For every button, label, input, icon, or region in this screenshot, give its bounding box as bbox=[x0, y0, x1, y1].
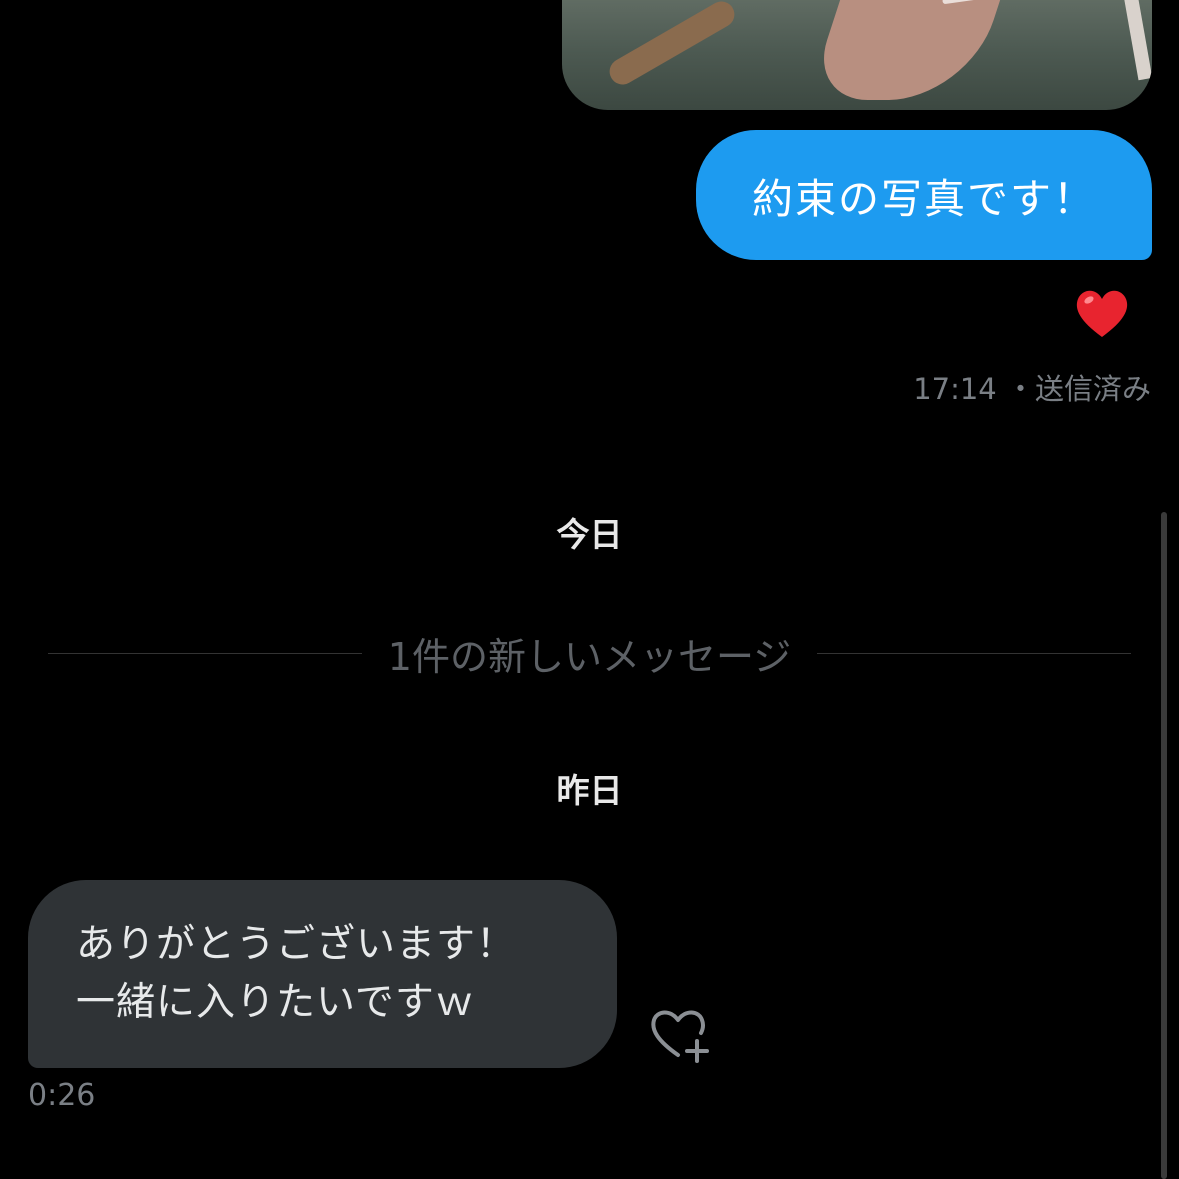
outgoing-meta: 17:14 ・送信済み bbox=[913, 366, 1151, 408]
incoming-message-line: ありがとうございます！ bbox=[76, 922, 517, 967]
outgoing-message-text: 約束の写真です！ bbox=[752, 175, 1096, 223]
incoming-message-bubble[interactable]: ありがとうございます！ 一緒に入りたいですｗ bbox=[28, 880, 617, 1068]
outgoing-status: ・送信済み bbox=[1005, 372, 1151, 406]
incoming-message-line: 一緒に入りたいですｗ bbox=[76, 980, 475, 1025]
add-reaction-heart-icon[interactable] bbox=[648, 1003, 712, 1063]
date-separator-yesterday: 昨日 bbox=[556, 771, 623, 810]
new-messages-label: 1件の新しいメッセージ bbox=[387, 634, 792, 679]
divider-line bbox=[48, 652, 362, 654]
new-messages-divider: 1件の新しいメッセージ bbox=[48, 628, 1132, 679]
outgoing-time: 17:14 bbox=[913, 372, 997, 406]
sent-photo[interactable] bbox=[562, 0, 1152, 110]
photo-detail bbox=[807, 0, 1017, 100]
date-separator-today: 今日 bbox=[556, 515, 623, 554]
incoming-time: 0:26 bbox=[28, 1078, 96, 1113]
photo-detail bbox=[1117, 0, 1152, 81]
scrollbar[interactable] bbox=[1161, 512, 1167, 1179]
outgoing-message-bubble[interactable]: 約束の写真です！ bbox=[696, 130, 1152, 260]
photo-detail bbox=[604, 0, 740, 90]
red-heart-icon[interactable] bbox=[1072, 283, 1132, 343]
divider-line bbox=[817, 652, 1132, 654]
